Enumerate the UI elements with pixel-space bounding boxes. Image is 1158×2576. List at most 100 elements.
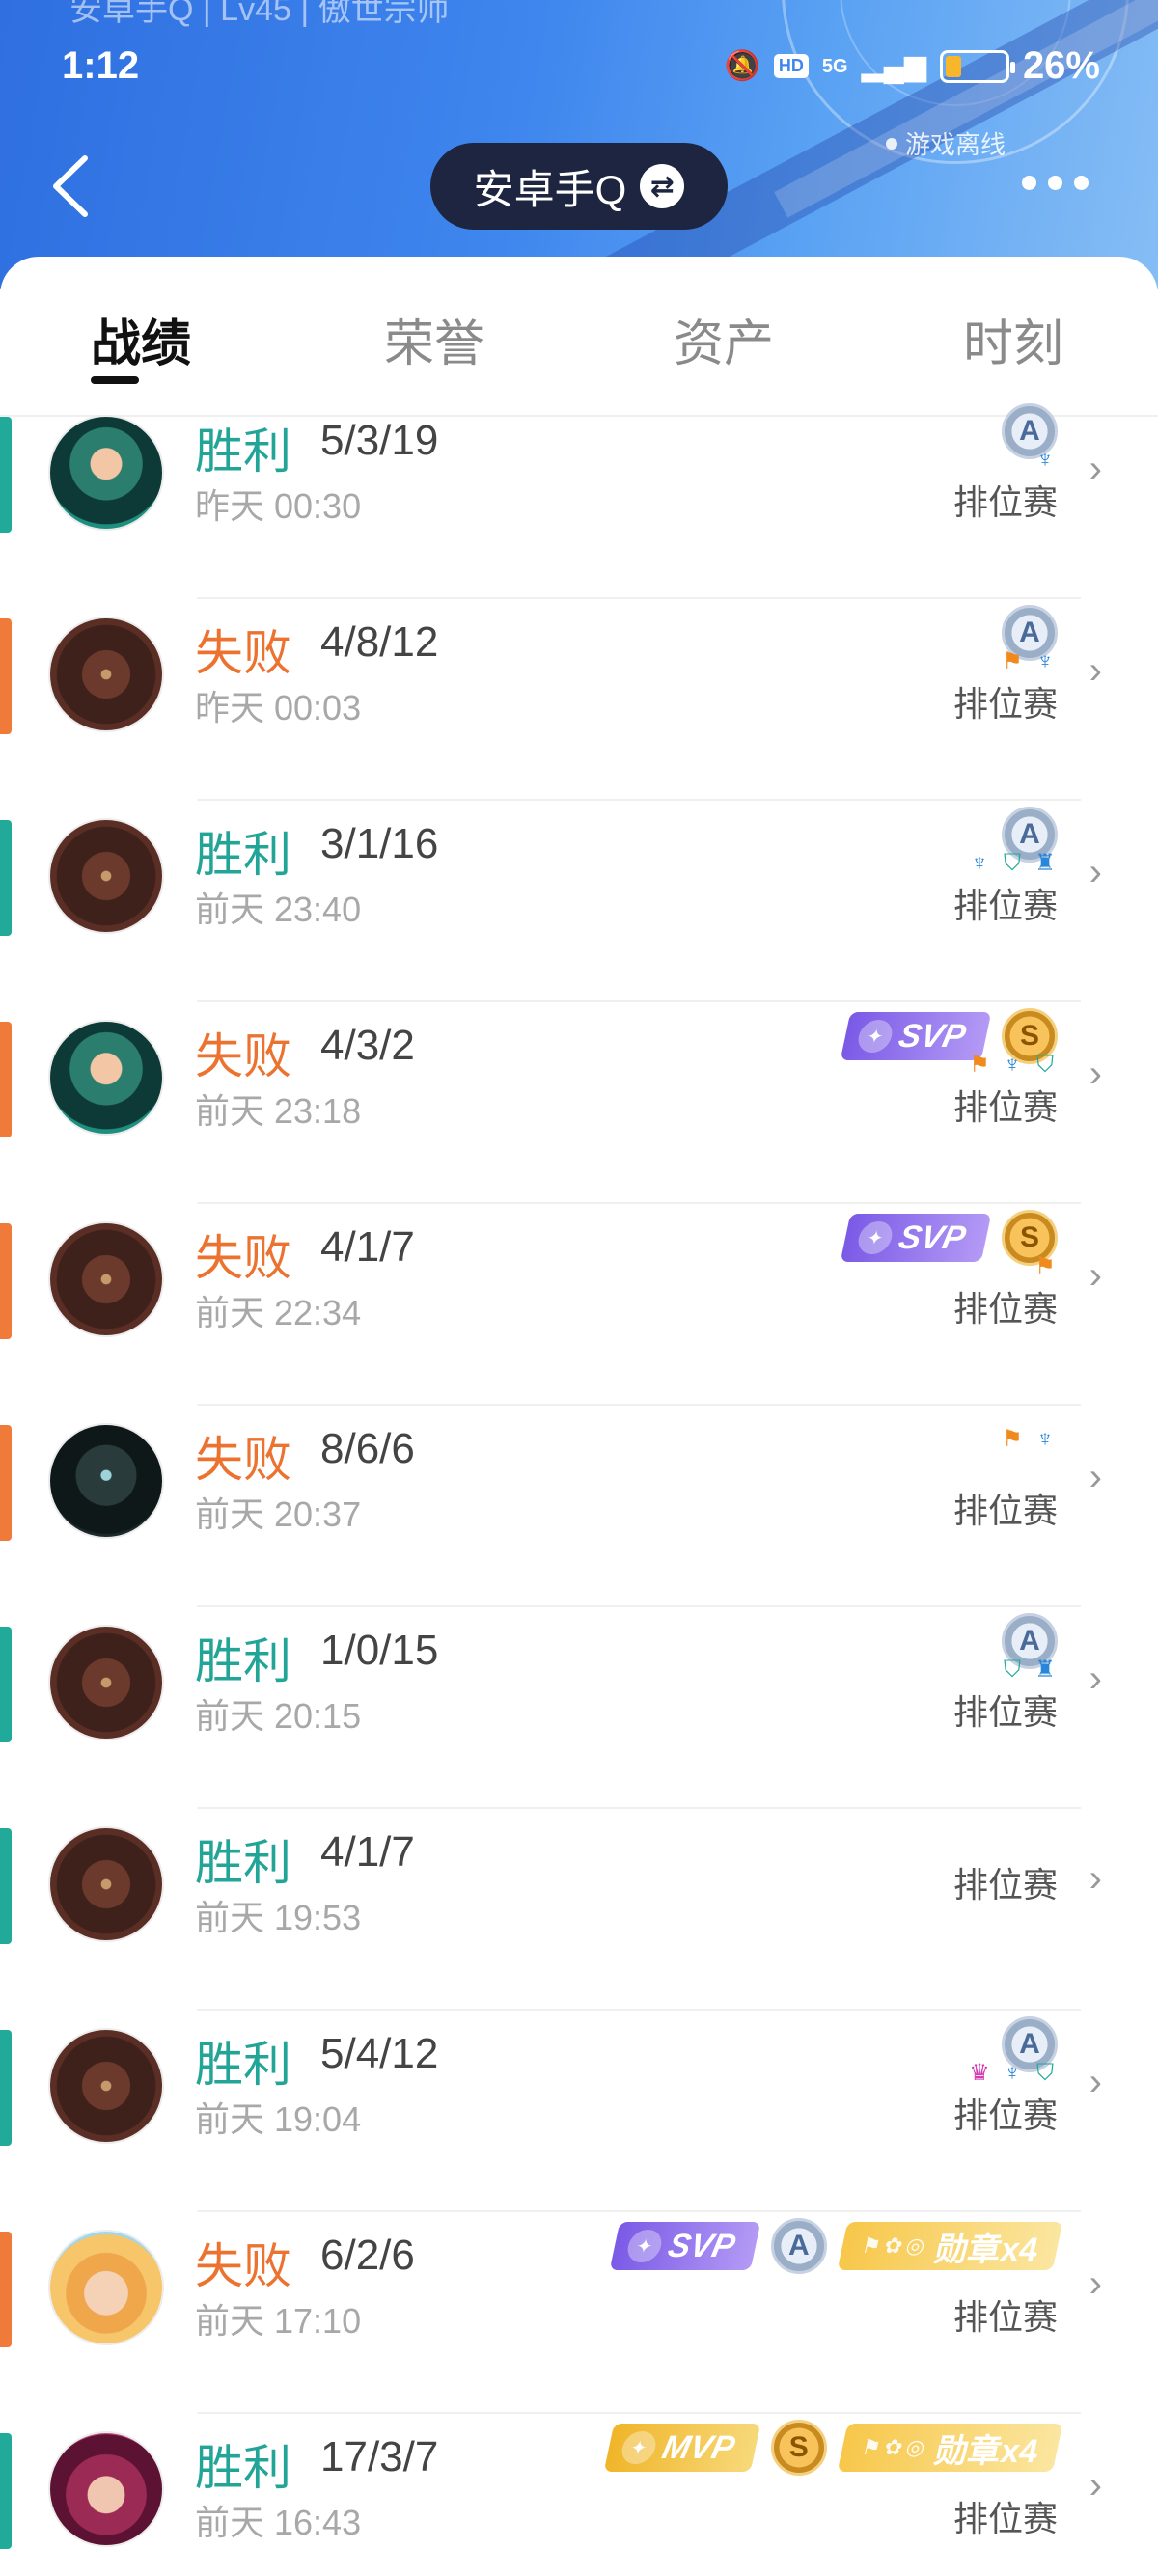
medal-badge: ⚑✿◎ 勋章x4 xyxy=(837,2222,1063,2270)
match-mode: 排位赛 xyxy=(952,2499,1058,2538)
tab-bar: 战绩 荣誉 资产 时刻 xyxy=(0,257,1158,417)
hero-avatar xyxy=(48,617,164,732)
result-indicator-bar xyxy=(0,618,12,734)
tab-record[interactable]: 战绩 xyxy=(91,303,191,375)
mvp-label: MVP xyxy=(659,2428,738,2466)
shield-icon: ⛉ xyxy=(1036,1052,1054,1078)
match-badges: ✦ SVP A ⚑✿◎ 勋章x4 xyxy=(609,2212,1063,2280)
match-mini-icons: ♆ ⛉ ♜ xyxy=(967,851,1058,876)
result-indicator-bar xyxy=(0,1223,12,1339)
tower-icon: ♜ xyxy=(1034,1657,1056,1683)
match-row[interactable]: 胜利 17/3/7 前天 16:43 ✦ MVP S ⚑✿◎ 勋章x4 排位赛 › xyxy=(0,2414,1158,2576)
match-kda: 1/0/15 xyxy=(320,1627,439,1674)
match-row[interactable]: 胜利 1/0/15 前天 20:15 A ⛉ ♜ 排位赛 › xyxy=(0,1607,1158,1809)
match-row[interactable]: 胜利 5/3/19 昨天 00:30 A ♆ 排位赛 › xyxy=(0,397,1158,599)
medal-label: 勋章x4 xyxy=(931,2231,1042,2268)
hero-avatar xyxy=(48,2028,164,2144)
match-result: 胜利 xyxy=(195,2441,291,2495)
match-kda: 4/1/7 xyxy=(320,1223,415,1271)
tower-icon: ♜ xyxy=(1034,850,1056,876)
hd-badge: HD xyxy=(773,54,809,78)
mvp-emblem-icon: ✦ xyxy=(619,2431,659,2464)
wing-icon: ♆ xyxy=(1036,447,1054,473)
status-bar-right: 🔕 HD 5G ▂▄▆ 26% xyxy=(724,44,1100,88)
content-card: 战绩 荣誉 资产 时刻 胜利 5/3/19 昨天 00:30 A ♆ 排位赛 ›… xyxy=(0,257,1158,2576)
mute-icon: 🔕 xyxy=(724,50,760,82)
match-row[interactable]: 胜利 4/1/7 前天 19:53 排位赛 › xyxy=(0,1809,1158,2011)
match-result: 失败 xyxy=(195,2239,291,2293)
match-mode: 排位赛 xyxy=(952,886,1058,925)
back-icon[interactable] xyxy=(48,154,93,218)
match-mini-icons: ⚑ ♆ xyxy=(1000,1427,1058,1452)
match-mode: 排位赛 xyxy=(952,1289,1058,1329)
chevron-right-icon: › xyxy=(1089,1053,1102,1095)
status-dot xyxy=(885,137,897,150)
match-time: 前天 17:10 xyxy=(195,2301,362,2341)
flag-icon: ⚑ xyxy=(1002,1426,1023,1452)
match-kda: 4/8/12 xyxy=(320,618,439,666)
match-row[interactable]: 失败 4/8/12 昨天 00:03 A ⚑ ♆ 排位赛 › xyxy=(0,599,1158,801)
more-icon[interactable] xyxy=(1022,176,1089,190)
wing-icon: ♆ xyxy=(1004,2060,1021,2086)
shield-icon: ⛉ xyxy=(1004,850,1021,876)
match-kda: 5/3/19 xyxy=(320,417,439,464)
hero-avatar xyxy=(48,2230,164,2345)
wing-icon: ♆ xyxy=(1004,1052,1021,1078)
match-mode: 排位赛 xyxy=(952,2096,1058,2135)
rank-s-badge: S xyxy=(770,2420,827,2476)
flag-icon: ⚑ xyxy=(969,1052,990,1078)
match-row[interactable]: 失败 4/1/7 前天 22:34 ✦ SVP S ⚑ 排位赛 › xyxy=(0,1204,1158,1406)
match-kda: 6/2/6 xyxy=(320,2232,415,2279)
match-result: 失败 xyxy=(195,626,291,680)
match-mode: 排位赛 xyxy=(952,684,1058,724)
match-result: 失败 xyxy=(195,1231,291,1285)
profile-header: 安卓手Q | Lv45 | 傲世宗师 1:12 🔕 HD 5G ▂▄▆ 26% … xyxy=(0,0,1158,289)
tab-assets[interactable]: 资产 xyxy=(674,303,774,375)
match-mini-icons: ⚑ xyxy=(1033,1254,1058,1279)
flag-icon: ⚑ xyxy=(1002,648,1023,674)
match-mini-icons: ⚑ ♆ ⛉ xyxy=(967,1053,1058,1078)
flag-icon: ⚑ xyxy=(1034,1253,1056,1279)
battery-icon xyxy=(939,49,1015,83)
match-time: 前天 16:43 xyxy=(195,2503,362,2542)
account-switcher[interactable]: 安卓手Q ⇄ xyxy=(430,143,728,230)
svp-badge: ✦ SVP xyxy=(609,2222,761,2270)
wing-icon: ♆ xyxy=(1036,648,1054,674)
active-tab-indicator xyxy=(91,376,139,384)
chevron-right-icon: › xyxy=(1089,649,1102,692)
match-kda: 3/1/16 xyxy=(320,820,439,867)
medal-icons: ⚑✿◎ xyxy=(859,2233,931,2258)
tab-honor[interactable]: 荣誉 xyxy=(384,303,484,375)
hero-avatar xyxy=(48,1423,164,1539)
result-indicator-bar xyxy=(0,1425,12,1541)
wing-icon: ♆ xyxy=(971,850,988,876)
medal-label: 勋章x4 xyxy=(931,2432,1042,2470)
match-row[interactable]: 胜利 3/1/16 前天 23:40 A ♆ ⛉ ♜ 排位赛 › xyxy=(0,801,1158,1002)
chevron-right-icon: › xyxy=(1089,2262,1102,2305)
match-row[interactable]: 胜利 5/4/12 前天 19:04 A ♛ ♆ ⛉ 排位赛 › xyxy=(0,2011,1158,2212)
match-row[interactable]: 失败 6/2/6 前天 17:10 ✦ SVP A ⚑✿◎ 勋章x4 排位赛 › xyxy=(0,2212,1158,2414)
match-result: 失败 xyxy=(195,1029,291,1083)
match-mode: 排位赛 xyxy=(952,2297,1058,2337)
crown-icon: ♛ xyxy=(969,2060,990,2086)
tab-moments[interactable]: 时刻 xyxy=(963,303,1063,375)
status-time: 1:12 xyxy=(62,44,140,87)
match-row[interactable]: 失败 8/6/6 前天 20:37 ⚑ ♆ 排位赛 › xyxy=(0,1406,1158,1607)
result-indicator-bar xyxy=(0,2030,12,2146)
chevron-right-icon: › xyxy=(1089,1254,1102,1297)
match-kda: 17/3/7 xyxy=(320,2433,439,2480)
svp-emblem-icon: ✦ xyxy=(855,1020,896,1053)
match-row[interactable]: 失败 4/3/2 前天 23:18 ✦ SVP S ⚑ ♆ ⛉ 排位赛 › xyxy=(0,1002,1158,1204)
game-offline-status: 游戏离线 xyxy=(885,125,1006,161)
match-time: 前天 23:40 xyxy=(195,890,362,929)
match-result: 胜利 xyxy=(195,828,291,882)
wing-icon: ♆ xyxy=(1036,1426,1054,1452)
match-time: 前天 22:34 xyxy=(195,1293,362,1332)
shield-icon: ⛉ xyxy=(1004,1657,1021,1683)
match-result: 胜利 xyxy=(195,2038,291,2092)
match-kda: 5/4/12 xyxy=(320,2030,439,2077)
chevron-right-icon: › xyxy=(1089,1456,1102,1498)
chevron-right-icon: › xyxy=(1089,448,1102,490)
match-mode: 排位赛 xyxy=(952,1692,1058,1732)
match-mode: 排位赛 xyxy=(952,482,1058,522)
